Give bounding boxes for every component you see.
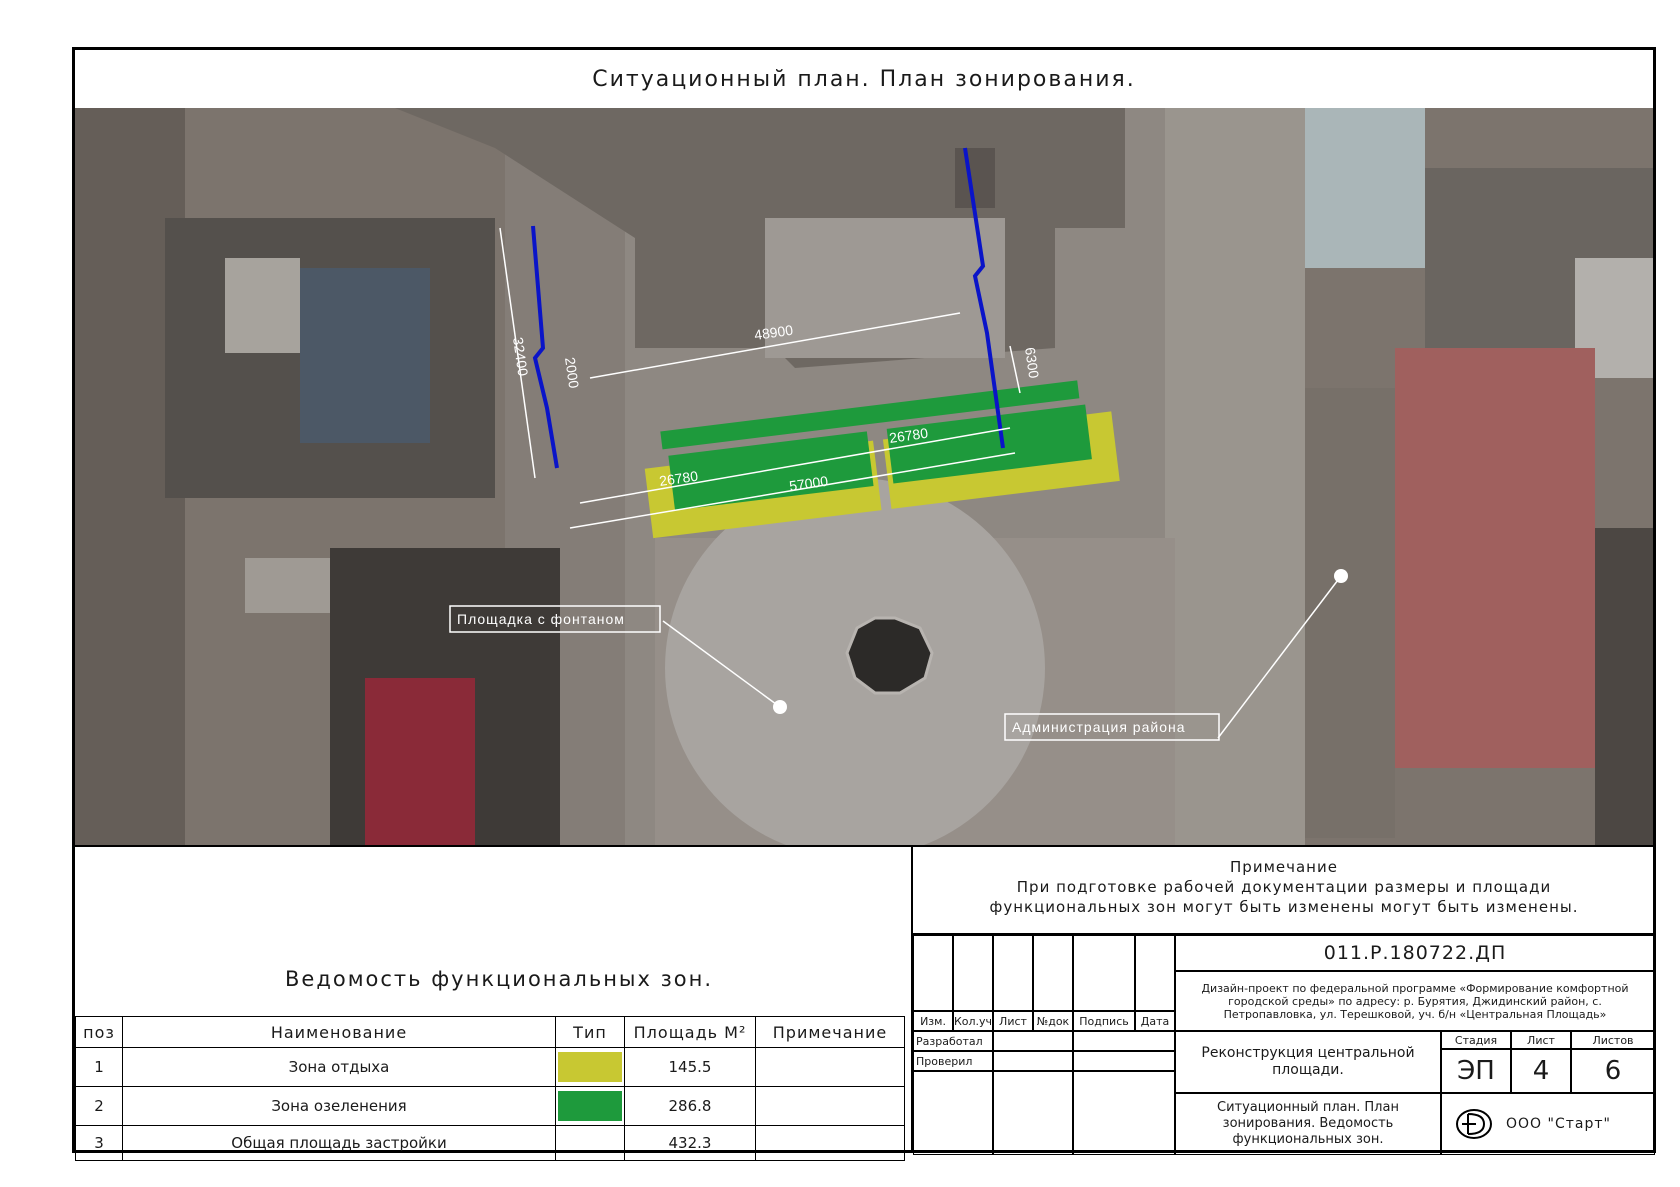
- zones-table-header: поз Наименование Тип Площадь М² Примечан…: [75, 1016, 905, 1048]
- row-type: [555, 1086, 625, 1126]
- row-name: Зона отдыха: [122, 1047, 556, 1087]
- col-qty: Кол.уч: [953, 1011, 993, 1031]
- row-name: Зона озеленения: [122, 1086, 556, 1126]
- col-change: Изм.: [913, 1011, 953, 1031]
- note-heading: Примечание: [1230, 858, 1338, 876]
- col-name: Наименование: [122, 1016, 556, 1048]
- row-name: Общая площадь застройки: [122, 1125, 556, 1161]
- stage-label: Стадия: [1441, 1031, 1511, 1049]
- note-line-2: функциональных зон могут быть изменены м…: [989, 898, 1579, 916]
- col-sheet: Лист: [993, 1011, 1033, 1031]
- sheets-label: Листов: [1571, 1031, 1655, 1049]
- building-light-roof: [225, 258, 300, 353]
- row-type: [555, 1125, 625, 1161]
- col-pos: поз: [75, 1016, 123, 1048]
- role-cell: [913, 1071, 993, 1155]
- zones-table: поз Наименование Тип Площадь М² Примечан…: [75, 1016, 905, 1161]
- project-description: Дизайн-проект по федеральной программе «…: [1175, 971, 1655, 1031]
- building-top-roof: [765, 218, 1005, 358]
- note-line-1: При подготовке рабочей документации разм…: [1016, 878, 1552, 896]
- company-cell: ООО "Старт": [1441, 1093, 1655, 1155]
- table-row: 1 Зона отдыха 145.5: [75, 1047, 905, 1087]
- col-date: Дата: [1135, 1011, 1175, 1031]
- stage-value: ЭП: [1441, 1049, 1511, 1093]
- site-plan-svg: 48900 57000 26780 26780 32400 2000 6300 …: [75, 108, 1653, 845]
- roof-detail: [955, 148, 995, 208]
- company-logo-icon: [1456, 1109, 1492, 1139]
- road-right: [1165, 108, 1305, 845]
- col-type: Тип: [555, 1016, 625, 1048]
- row-pos: 2: [75, 1086, 123, 1126]
- col-note: Примечание: [755, 1016, 905, 1048]
- stamp-grid: Изм. Кол.уч Лист №док Подпись Дата Разра…: [913, 933, 1655, 1157]
- rev-cell: [1073, 935, 1135, 1011]
- building-right-light: [1305, 108, 1425, 268]
- building-blue-roof: [300, 268, 430, 443]
- row-pos: 1: [75, 1047, 123, 1087]
- fountain-marker: [773, 700, 787, 714]
- row-note: [755, 1047, 905, 1087]
- building-far-right: [1595, 528, 1653, 845]
- zones-table-title: Ведомость функциональных зон.: [285, 967, 714, 991]
- fountain: [845, 616, 934, 695]
- role-cell: [993, 1071, 1073, 1155]
- row-pos: 3: [75, 1125, 123, 1161]
- rev-cell: [1033, 935, 1073, 1011]
- row-area: 286.8: [624, 1086, 756, 1126]
- green-zone-swatch: [558, 1091, 622, 1121]
- role-cell: [993, 1031, 1073, 1051]
- sheets-value: 6: [1571, 1049, 1655, 1093]
- note: Примечание При подготовке рабочей докуме…: [913, 857, 1655, 917]
- col-area: Площадь М²: [624, 1016, 756, 1048]
- role-cell: [993, 1051, 1073, 1071]
- rest-zone-swatch: [558, 1052, 622, 1082]
- role-checker: Проверил: [913, 1051, 993, 1071]
- row-note: [755, 1125, 905, 1161]
- title-block: Примечание При подготовке рабочей докуме…: [911, 847, 1655, 1155]
- row-area: 145.5: [624, 1047, 756, 1087]
- admin-callout: Администрация района: [1012, 719, 1186, 735]
- building-right-wing: [1305, 388, 1395, 838]
- admin-marker: [1334, 569, 1348, 583]
- table-row: 2 Зона озеленения 286.8: [75, 1086, 905, 1126]
- col-signature: Подпись: [1073, 1011, 1135, 1031]
- col-doc: №док: [1033, 1011, 1073, 1031]
- company-name: ООО "Старт": [1506, 1116, 1611, 1132]
- table-row: 3 Общая площадь застройки 432.3: [75, 1125, 905, 1161]
- row-type: [555, 1047, 625, 1087]
- row-note: [755, 1086, 905, 1126]
- role-cell: [1073, 1051, 1175, 1071]
- fountain-callout: Площадка с фонтаном: [457, 611, 625, 627]
- rev-cell: [913, 935, 953, 1011]
- object-name: Реконструкция центральной площади.: [1175, 1031, 1441, 1093]
- sheet-label: Лист: [1511, 1031, 1571, 1049]
- drawing-sheet: Ситуационный план. План зонирования. 489…: [72, 47, 1656, 1161]
- rev-cell: [1135, 935, 1175, 1011]
- rev-cell: [993, 935, 1033, 1011]
- role-cell: [1073, 1071, 1175, 1155]
- row-area: 432.3: [624, 1125, 756, 1161]
- sheet-title: Ситуационный план. План зонирования.: [592, 66, 1136, 92]
- aerial-site-plan: 48900 57000 26780 26780 32400 2000 6300 …: [75, 108, 1653, 845]
- lower-panel: Ведомость функциональных зон. поз Наимен…: [75, 845, 1655, 1161]
- building-red-roof: [365, 678, 475, 845]
- role-developer: Разработал: [913, 1031, 993, 1051]
- doc-code: 011.Р.180722.ДП: [1175, 935, 1655, 971]
- sheet-value: 4: [1511, 1049, 1571, 1093]
- rev-cell: [953, 935, 993, 1011]
- role-cell: [1073, 1031, 1175, 1051]
- sheet-name: Ситуационный план. План зонирования. Вед…: [1175, 1093, 1441, 1155]
- administration-building: [1395, 348, 1595, 768]
